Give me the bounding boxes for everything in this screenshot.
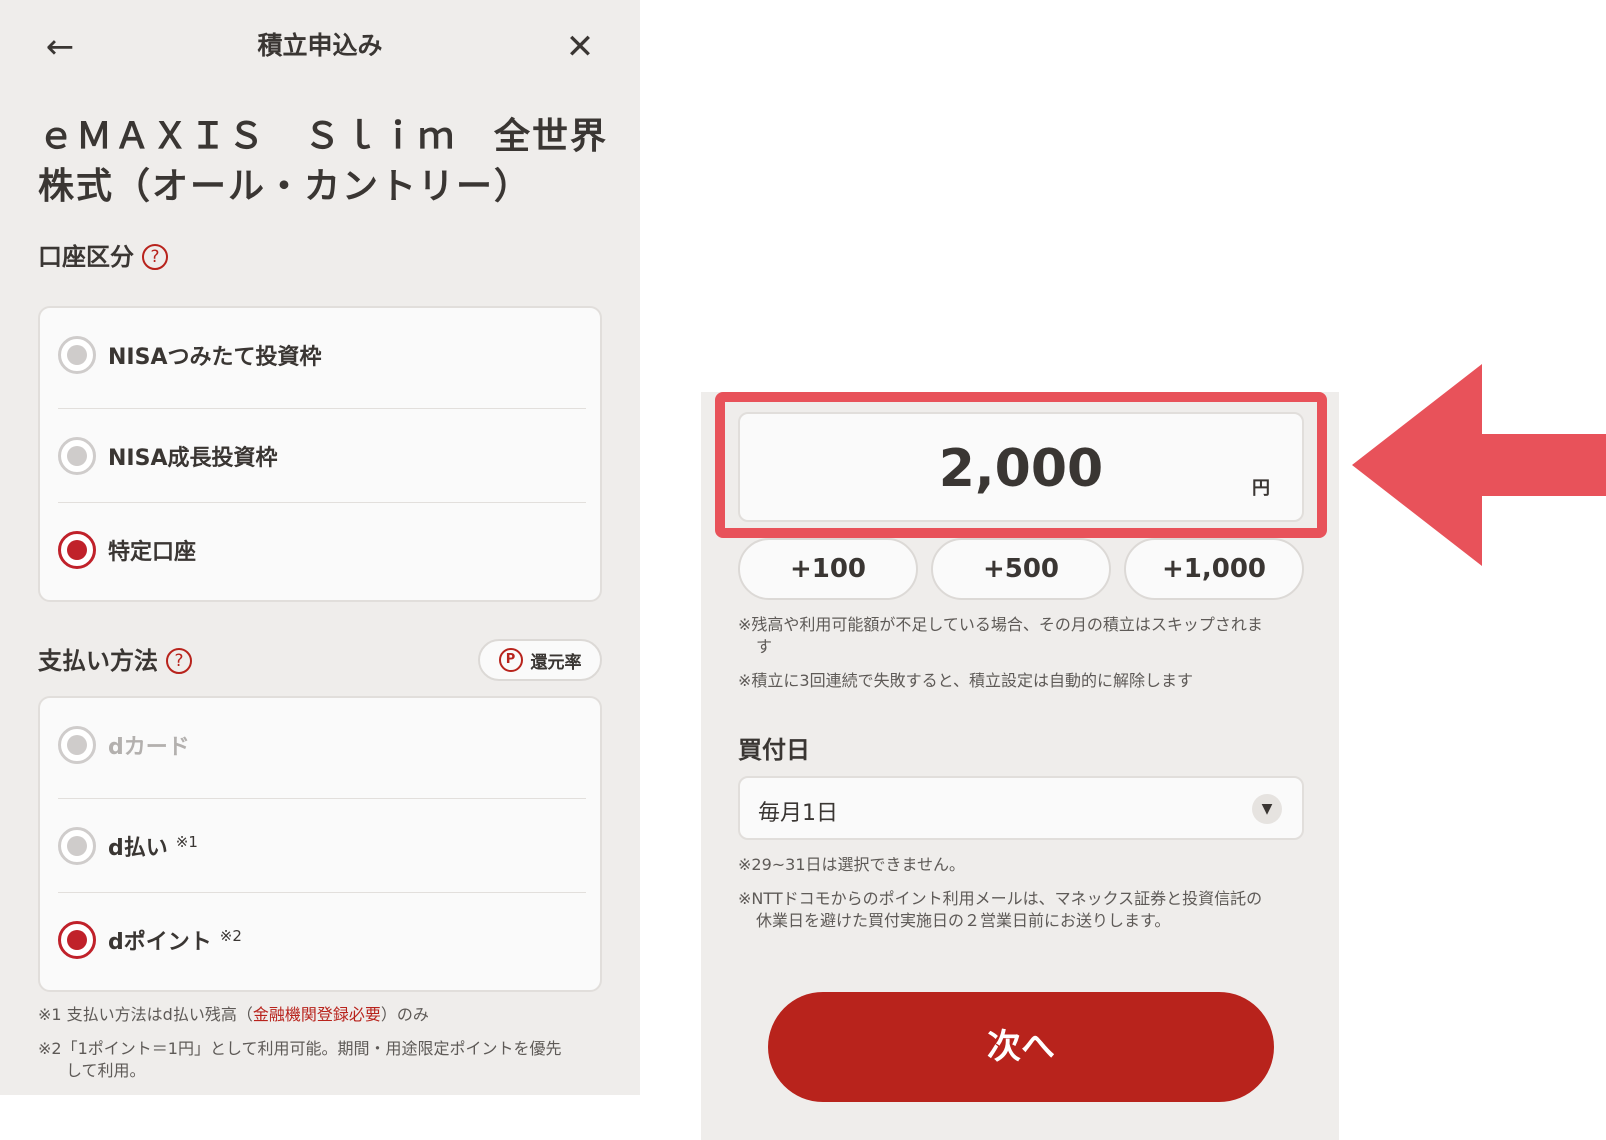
point-icon: P [498, 648, 523, 672]
purchase-date-label: 買付日 [738, 736, 810, 764]
back-arrow-icon[interactable]: ← [40, 27, 80, 67]
next-button[interactable]: 次へ [768, 992, 1274, 1102]
footnote-mark: ※2 [219, 926, 242, 945]
payment-option-d-card[interactable]: dカード [58, 698, 586, 792]
radio-selected-icon[interactable] [58, 921, 96, 959]
payment-options-card: dカード d払い ※1 dポイント ※2 [38, 696, 602, 992]
reward-rate-button[interactable]: P 還元率 [478, 639, 602, 681]
amount-note-1: ※残高や利用可能額が不足している場合、その月の積立はスキップされま す [738, 615, 1263, 656]
account-option-nisa-growth[interactable]: NISA成長投資枠 [58, 409, 586, 503]
account-options-card: NISAつみたて投資枠 NISA成長投資枠 特定口座 [38, 306, 602, 602]
footnote-mark: ※1 [175, 832, 198, 851]
increment-1000-button[interactable]: +1,000 [1124, 538, 1304, 600]
radio-icon[interactable] [58, 437, 96, 475]
help-icon[interactable]: ? [142, 244, 168, 270]
radio-disabled-icon[interactable] [58, 726, 96, 764]
account-option-nisa-tsumitate[interactable]: NISAつみたて投資枠 [58, 308, 586, 402]
fund-name: ｅＭＡＸＩＳ Ｓｌｉｍ 全世界株式（オール・カントリー） [38, 116, 609, 207]
reward-rate-label: 還元率 [530, 652, 582, 673]
increment-100-button[interactable]: +100 [738, 538, 918, 600]
payment-section-label: 支払い方法 [38, 647, 158, 675]
option-label: NISAつみたて投資枠 [108, 345, 322, 370]
page-title: 積立申込み [257, 31, 383, 60]
chevron-down-icon: ▼ [1252, 794, 1282, 824]
payment-section-title: 支払い方法 ? [38, 644, 192, 678]
purchase-date-select[interactable]: 毎月1日 ▼ [738, 776, 1304, 840]
increment-500-button[interactable]: +500 [931, 538, 1111, 600]
account-section-title: 口座区分 ? [38, 240, 168, 274]
payment-option-d-barai[interactable]: d払い ※1 [58, 799, 586, 893]
close-icon[interactable]: ✕ [560, 27, 600, 67]
option-label: 特定口座 [108, 540, 197, 565]
account-option-tokutei[interactable]: 特定口座 [58, 503, 586, 597]
date-note-2: ※NTTドコモからのポイント利用メールは、マネックス証券と投資信託の 休業日を避… [738, 889, 1263, 930]
option-label: d払い ※1 [108, 832, 198, 861]
option-label: dカード [108, 735, 190, 760]
option-label: dポイント ※2 [108, 926, 242, 955]
option-label: NISA成長投資枠 [108, 446, 278, 471]
account-section-label: 口座区分 [38, 243, 134, 271]
payment-option-d-point[interactable]: dポイント ※2 [58, 893, 586, 987]
pointer-arrow-icon [1352, 364, 1606, 566]
purchase-date-value: 毎月1日 [758, 801, 838, 826]
payment-note-2: ※2「1ポイント＝1円」として利用可能。期間・用途限定ポイントを優先 して利用。 [38, 1039, 562, 1080]
radio-icon[interactable] [58, 336, 96, 374]
highlight-frame [715, 392, 1327, 538]
bank-registration-link[interactable]: 金融機関登録必要 [253, 1005, 381, 1024]
radio-selected-icon[interactable] [58, 531, 96, 569]
date-note-1: ※29~31日は選択できません。 [738, 855, 966, 874]
amount-note-2: ※積立に3回連続で失敗すると、積立設定は自動的に解除します [738, 671, 1193, 690]
payment-note-1: ※1 支払い方法はd払い残高（金融機関登録必要）のみ [38, 1005, 429, 1024]
radio-icon[interactable] [58, 827, 96, 865]
help-icon[interactable]: ? [166, 648, 192, 674]
